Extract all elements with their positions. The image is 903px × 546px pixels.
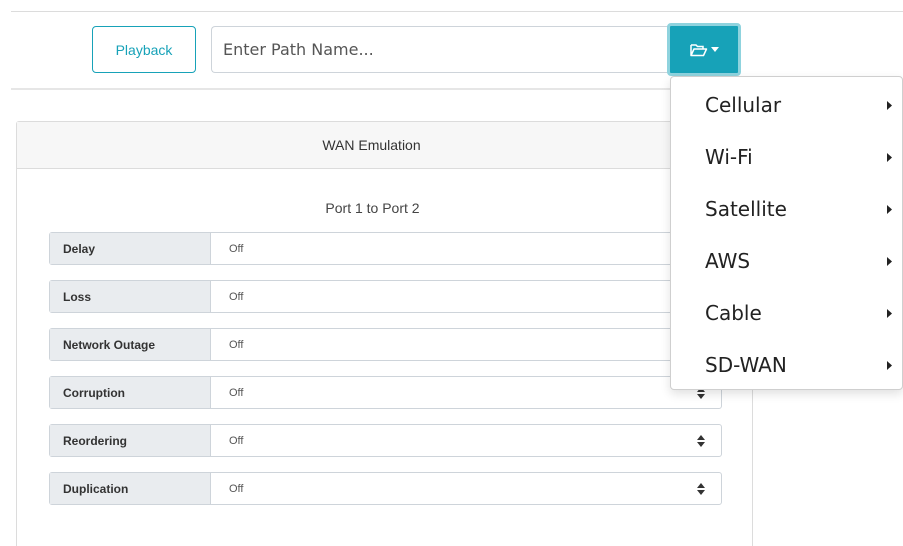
caret-right-icon — [887, 360, 892, 370]
row-value: Off — [229, 482, 244, 495]
row-value: Off — [229, 434, 244, 447]
menu-item-label: Cable — [705, 301, 762, 325]
row-value: Off — [229, 290, 244, 303]
row-value: Off — [229, 242, 244, 255]
setting-row-duplication[interactable]: Duplication Off — [49, 472, 722, 505]
menu-item-satellite[interactable]: Satellite — [671, 183, 902, 235]
wan-emulation-panel: WAN Emulation Port 1 to Port 2 Delay Off… — [16, 121, 753, 546]
menu-item-label: Wi-Fi — [705, 145, 753, 169]
menu-item-cellular[interactable]: Cellular — [671, 79, 902, 131]
caret-down-icon — [710, 47, 719, 52]
row-label: Delay — [50, 233, 211, 264]
menu-item-label: SD-WAN — [705, 353, 787, 377]
setting-row-network-outage[interactable]: Network Outage Off — [49, 328, 722, 361]
row-label: Duplication — [50, 473, 211, 504]
row-select[interactable]: Off — [211, 281, 721, 312]
row-label: Network Outage — [50, 329, 211, 360]
path-category-menu: Cellular Wi-Fi Satellite AWS Cable SD-WA… — [670, 76, 903, 390]
menu-item-cable[interactable]: Cable — [671, 287, 902, 339]
menu-item-label: AWS — [705, 249, 751, 273]
caret-right-icon — [887, 152, 892, 162]
panel-title: WAN Emulation — [17, 122, 752, 169]
caret-right-icon — [887, 100, 892, 110]
folder-dropdown-button[interactable] — [667, 23, 741, 76]
setting-row-delay[interactable]: Delay Off — [49, 232, 722, 265]
row-select[interactable]: Off — [211, 377, 721, 408]
caret-right-icon — [887, 204, 892, 214]
row-select[interactable]: Off — [211, 473, 721, 504]
row-select[interactable]: Off — [211, 233, 721, 264]
menu-item-aws[interactable]: AWS — [671, 235, 902, 287]
setting-row-reordering[interactable]: Reordering Off — [49, 424, 722, 457]
path-name-input[interactable] — [211, 26, 670, 73]
menu-item-label: Cellular — [705, 93, 782, 117]
caret-right-icon — [887, 308, 892, 318]
row-label: Loss — [50, 281, 211, 312]
row-label: Reordering — [50, 425, 211, 456]
menu-item-sd-wan[interactable]: SD-WAN — [671, 339, 902, 391]
row-value: Off — [229, 338, 244, 351]
row-value: Off — [229, 386, 244, 399]
row-label: Corruption — [50, 377, 211, 408]
menu-item-wi-fi[interactable]: Wi-Fi — [671, 131, 902, 183]
row-select[interactable]: Off — [211, 425, 721, 456]
setting-row-corruption[interactable]: Corruption Off — [49, 376, 722, 409]
sort-icon — [697, 483, 705, 495]
caret-right-icon — [887, 256, 892, 266]
folder-open-icon — [689, 43, 707, 56]
port-title: Port 1 to Port 2 — [325, 200, 420, 216]
playback-button[interactable]: Playback — [92, 26, 196, 73]
sort-icon — [697, 435, 705, 447]
top-divider — [11, 11, 903, 12]
row-select[interactable]: Off — [211, 329, 721, 360]
setting-row-loss[interactable]: Loss Off — [49, 280, 722, 313]
menu-item-label: Satellite — [705, 197, 787, 221]
